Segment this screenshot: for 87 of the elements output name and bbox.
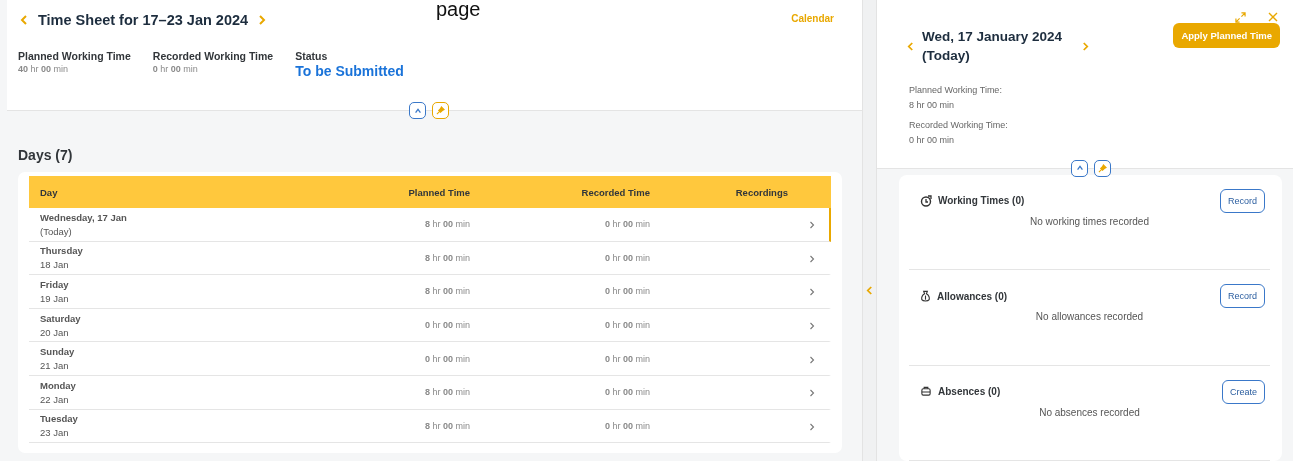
day-name: Sunday bbox=[40, 346, 76, 358]
table-cell-text: 0 hr 00 min bbox=[603, 420, 650, 431]
caret-up-icon bbox=[413, 106, 422, 115]
table-row[interactable]: Tuesday 23 Jan 8 hr 00 min 0 hr 00 min bbox=[29, 409, 831, 444]
clock-icon bbox=[920, 194, 932, 207]
table-cell-text: 0 hr 00 min bbox=[603, 252, 650, 263]
table-row[interactable]: Wednesday, 17 Jan (Today) 8 hr 00 min 0 hr 00 min bbox=[29, 208, 831, 242]
table-cell-text: 0 hr 00 min bbox=[603, 320, 650, 331]
section-title: Absences (0) bbox=[938, 386, 1001, 397]
day-date: 21 Jan bbox=[40, 360, 70, 372]
empty-message: No absences recorded bbox=[1038, 406, 1141, 418]
chevron-left-icon[interactable] bbox=[866, 286, 873, 295]
day-name: Friday bbox=[40, 279, 70, 290]
info-value: 8 hr 00 min bbox=[909, 100, 956, 110]
day-date: 20 Jan bbox=[40, 326, 70, 338]
summary-label: Status bbox=[295, 50, 329, 62]
day-name: Wednesday, 17 Jan bbox=[40, 211, 128, 223]
chevron-right-icon bbox=[809, 422, 815, 431]
chevron-left-icon[interactable] bbox=[907, 41, 914, 51]
chevron-right-icon bbox=[809, 322, 815, 331]
table-row[interactable]: Saturday 20 Jan 0 hr 00 min 0 hr 00 min bbox=[29, 308, 831, 343]
table-row[interactable]: Monday 22 Jan 8 hr 00 min 0 hr 00 min bbox=[29, 375, 831, 410]
info-label: Planned Working Time: bbox=[909, 85, 1003, 95]
day-name: Thursday bbox=[40, 245, 84, 257]
table-cell-text: 8 hr 00 min bbox=[423, 219, 470, 230]
info-value: 0 hr 00 min bbox=[909, 135, 956, 145]
summary-value: 40 hr 00 min bbox=[18, 64, 70, 74]
table-cell-text: 8 hr 00 min bbox=[423, 286, 470, 297]
chevron-right-icon bbox=[809, 355, 815, 364]
table-cell-text: 0 hr 00 min bbox=[603, 353, 650, 364]
chevron-right-icon bbox=[809, 254, 815, 263]
summary-value: 0 hr 00 min bbox=[152, 64, 199, 74]
chevron-right-icon bbox=[809, 288, 815, 297]
section-title: Allowances (0) bbox=[937, 290, 1008, 302]
caret-up-icon bbox=[1075, 164, 1084, 172]
column-header: Day bbox=[39, 186, 59, 198]
chevron-right-icon bbox=[809, 221, 815, 230]
expand-icon[interactable] bbox=[1235, 12, 1246, 23]
status-value: To be Submitted bbox=[295, 63, 404, 79]
table-cell-text: 0 hr 00 min bbox=[603, 387, 650, 398]
pin-button[interactable] bbox=[432, 102, 449, 119]
chevron-right-icon[interactable] bbox=[1082, 41, 1089, 51]
summary-label: Recorded Working Time bbox=[152, 50, 274, 62]
pin-button[interactable] bbox=[1094, 159, 1111, 177]
table-cell-text: 8 hr 00 min bbox=[423, 252, 470, 263]
section-title: Working Times (0) bbox=[938, 195, 1025, 206]
chevron-right-icon bbox=[809, 389, 815, 398]
day-date: 22 Jan bbox=[40, 393, 70, 405]
chevron-right-icon[interactable] bbox=[258, 15, 267, 25]
summary-label: Planned Working Time bbox=[18, 50, 131, 62]
timesheet-title: Time Sheet for 17–23 Jan 2024 bbox=[38, 12, 249, 28]
day-date: (Today) bbox=[40, 225, 73, 237]
table-cell-text: 8 hr 00 min bbox=[423, 420, 470, 431]
day-name: Saturday bbox=[40, 312, 82, 324]
day-date: 18 Jan bbox=[40, 259, 70, 271]
pin-icon bbox=[1098, 163, 1107, 173]
table-row[interactable]: Thursday 18 Jan 8 hr 00 min 0 hr 00 min bbox=[29, 241, 831, 276]
table-cell-text: 0 hr 00 min bbox=[603, 286, 650, 297]
collapse-header-button[interactable] bbox=[1071, 159, 1088, 177]
info-label: Recorded Working Time: bbox=[909, 120, 1009, 130]
luggage-icon bbox=[920, 386, 932, 397]
section-action-button[interactable]: Create bbox=[1222, 379, 1265, 404]
column-header: Recorded Time bbox=[580, 186, 650, 198]
table-row[interactable]: Friday 19 Jan 8 hr 00 min 0 hr 00 min bbox=[29, 275, 831, 309]
column-header: Planned Time bbox=[407, 186, 470, 198]
table-cell-text: 0 hr 00 min bbox=[423, 353, 470, 364]
chevron-left-icon[interactable] bbox=[20, 15, 28, 25]
pin-icon bbox=[436, 106, 445, 115]
day-name: Monday bbox=[40, 379, 77, 391]
page-fragment-text: page bbox=[436, 0, 481, 18]
table-cell-text: 0 hr 00 min bbox=[603, 219, 650, 230]
day-date: 23 Jan bbox=[40, 427, 70, 439]
table-cell-text: 8 hr 00 min bbox=[423, 387, 470, 398]
money-bag-icon bbox=[920, 290, 931, 302]
day-title: Wed, 17 January 2024 (Today) bbox=[922, 28, 1064, 65]
day-date: 19 Jan bbox=[40, 293, 70, 304]
days-heading: Days (7) bbox=[18, 147, 74, 163]
section-action-button[interactable]: Record bbox=[1220, 284, 1265, 308]
column-header: Recordings bbox=[734, 186, 789, 198]
empty-message: No working times recorded bbox=[1029, 215, 1150, 227]
close-icon[interactable] bbox=[1268, 12, 1278, 22]
collapse-header-button[interactable] bbox=[409, 102, 426, 119]
day-name: Tuesday bbox=[40, 413, 79, 425]
table-cell-text: 0 hr 00 min bbox=[423, 320, 470, 331]
section-action-button[interactable]: Record bbox=[1220, 188, 1265, 213]
table-row[interactable]: Sunday 21 Jan 0 hr 00 min 0 hr 00 min bbox=[29, 342, 831, 376]
empty-message: No allowances recorded bbox=[1034, 311, 1145, 322]
